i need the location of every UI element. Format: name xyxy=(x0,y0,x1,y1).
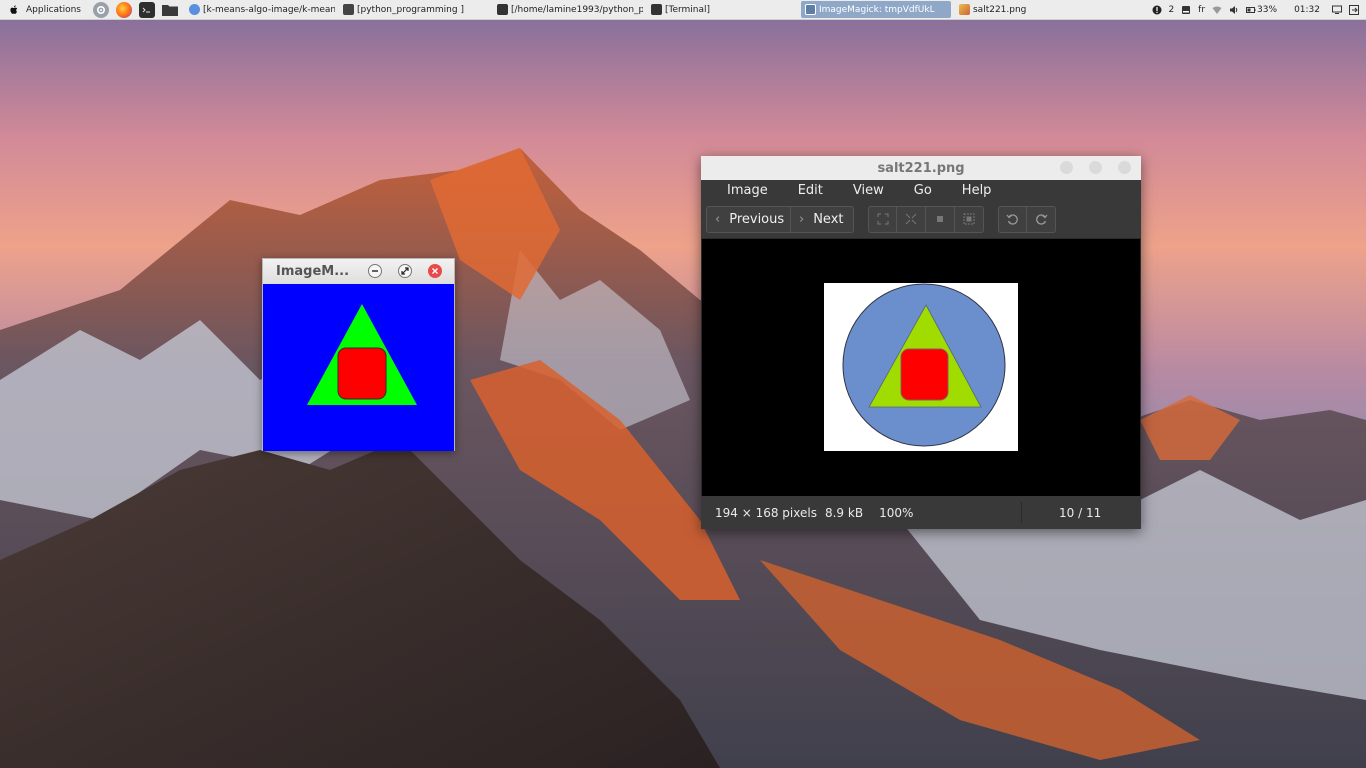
apple-icon[interactable] xyxy=(8,4,20,16)
image-viewer-window[interactable]: salt221.png Image Edit View Go Help ‹ Pr… xyxy=(701,156,1141,529)
drive-icon[interactable] xyxy=(1181,5,1191,15)
fit-width-button[interactable] xyxy=(897,205,926,233)
menu-edit[interactable]: Edit xyxy=(798,183,823,198)
viewer-titlebar[interactable]: salt221.png xyxy=(701,156,1141,180)
minimize-button[interactable] xyxy=(368,264,382,278)
clock[interactable]: 01:32 xyxy=(1294,5,1320,15)
viewer-title: salt221.png xyxy=(877,160,965,176)
chevron-right-icon: › xyxy=(799,211,805,227)
chevron-left-icon: ‹ xyxy=(715,211,721,227)
firefox-icon[interactable] xyxy=(115,1,132,18)
expand-icon xyxy=(877,213,888,225)
rotate-right-icon xyxy=(1035,213,1047,225)
task-label: [k-means-algo-image/k-means.... xyxy=(202,4,335,15)
task-label: [python_programming ] xyxy=(356,4,464,15)
image-dimensions: 194 × 168 pixels xyxy=(715,505,817,520)
zoom-normal-button[interactable] xyxy=(926,205,955,233)
wifi-icon[interactable] xyxy=(1212,5,1222,15)
task-file-manager[interactable]: [python_programming ] xyxy=(339,1,489,18)
task-terminal-path[interactable]: [/home/lamine1993/python_pr... xyxy=(493,1,643,18)
displayed-image xyxy=(824,283,1018,451)
image-display-area[interactable] xyxy=(702,239,1140,496)
maximize-button[interactable] xyxy=(1089,161,1102,174)
system-tray: 2 fr 33% 01:32 xyxy=(1152,0,1366,20)
imagemagick-canvas[interactable] xyxy=(263,284,454,451)
keyboard-layout[interactable]: fr xyxy=(1198,5,1205,15)
menu-image[interactable]: Image xyxy=(727,183,768,198)
close-button[interactable] xyxy=(1118,161,1131,174)
folder-icon xyxy=(342,4,354,15)
terminal-launcher-icon[interactable] xyxy=(138,1,155,18)
close-button[interactable] xyxy=(428,264,442,278)
applications-menu[interactable]: Applications xyxy=(26,5,81,15)
settings-icon[interactable] xyxy=(92,1,109,18)
close-icon xyxy=(432,268,438,274)
maximize-button[interactable] xyxy=(398,264,412,278)
battery-icon xyxy=(1246,7,1256,13)
top-panel: Applications [k-means-algo-image/k-means… xyxy=(0,0,1366,20)
battery-indicator[interactable]: 33% xyxy=(1246,5,1277,15)
next-button[interactable]: › Next xyxy=(791,205,854,233)
display-icon[interactable] xyxy=(1332,5,1342,15)
zoom-fit-icon xyxy=(963,213,975,225)
desktop-wallpaper xyxy=(0,0,1366,768)
task-chromium[interactable]: [k-means-algo-image/k-means.... xyxy=(185,1,335,18)
task-terminal[interactable]: [Terminal] xyxy=(647,1,797,18)
image-filesize: 8.9 kB xyxy=(824,505,864,520)
status-bar: 194 × 168 pixels 8.9 kB 100% 10 / 11 xyxy=(701,496,1141,529)
menu-view[interactable]: View xyxy=(853,183,884,198)
zoom-level: 100% xyxy=(879,505,914,520)
folder-launcher-icon[interactable] xyxy=(161,2,178,18)
toolbar: ‹ Previous › Next xyxy=(701,200,1141,238)
imagemagick-window[interactable]: ImageM... xyxy=(262,258,455,451)
red-rounded-square xyxy=(900,348,949,401)
menu-help[interactable]: Help xyxy=(962,183,992,198)
battery-percent: 33% xyxy=(1257,5,1278,15)
window-title: ImageM... xyxy=(276,264,350,279)
image-position: 10 / 11 xyxy=(1059,505,1102,520)
volume-icon[interactable] xyxy=(1229,5,1239,15)
red-rounded-square xyxy=(337,347,387,400)
fit-best-button[interactable] xyxy=(868,205,897,233)
task-label: [/home/lamine1993/python_pr... xyxy=(510,4,643,15)
previous-button[interactable]: ‹ Previous xyxy=(706,205,791,233)
rotate-right-button[interactable] xyxy=(1027,205,1056,233)
zoom-normal-icon xyxy=(937,216,943,222)
zoom-fit-button[interactable] xyxy=(955,205,984,233)
task-label: ImageMagick: tmpVdfUkL xyxy=(818,4,935,15)
chromium-icon xyxy=(188,4,200,15)
previous-label: Previous xyxy=(729,211,785,227)
menu-go[interactable]: Go xyxy=(914,183,932,198)
notifications-indicator[interactable]: 2 xyxy=(1152,5,1174,15)
task-label: [Terminal] xyxy=(664,4,711,15)
terminal-icon xyxy=(650,4,662,15)
task-image-viewer[interactable]: salt221.png xyxy=(955,1,1105,18)
status-divider xyxy=(1021,502,1022,523)
notifications-count: 2 xyxy=(1168,5,1175,15)
logout-icon[interactable] xyxy=(1349,5,1359,15)
imagemagick-icon xyxy=(804,4,816,15)
terminal-icon xyxy=(496,4,508,15)
menu-bar: Image Edit View Go Help xyxy=(701,180,1141,200)
rotate-left-icon xyxy=(1006,213,1018,225)
minimize-button[interactable] xyxy=(1060,161,1073,174)
task-imagemagick[interactable]: ImageMagick: tmpVdfUkL xyxy=(800,1,951,18)
image-viewer-icon xyxy=(958,4,970,15)
shrink-icon xyxy=(905,213,917,225)
rotate-left-button[interactable] xyxy=(998,205,1027,233)
task-label: salt221.png xyxy=(972,4,1027,15)
next-label: Next xyxy=(813,211,844,227)
alert-icon xyxy=(1152,5,1162,15)
